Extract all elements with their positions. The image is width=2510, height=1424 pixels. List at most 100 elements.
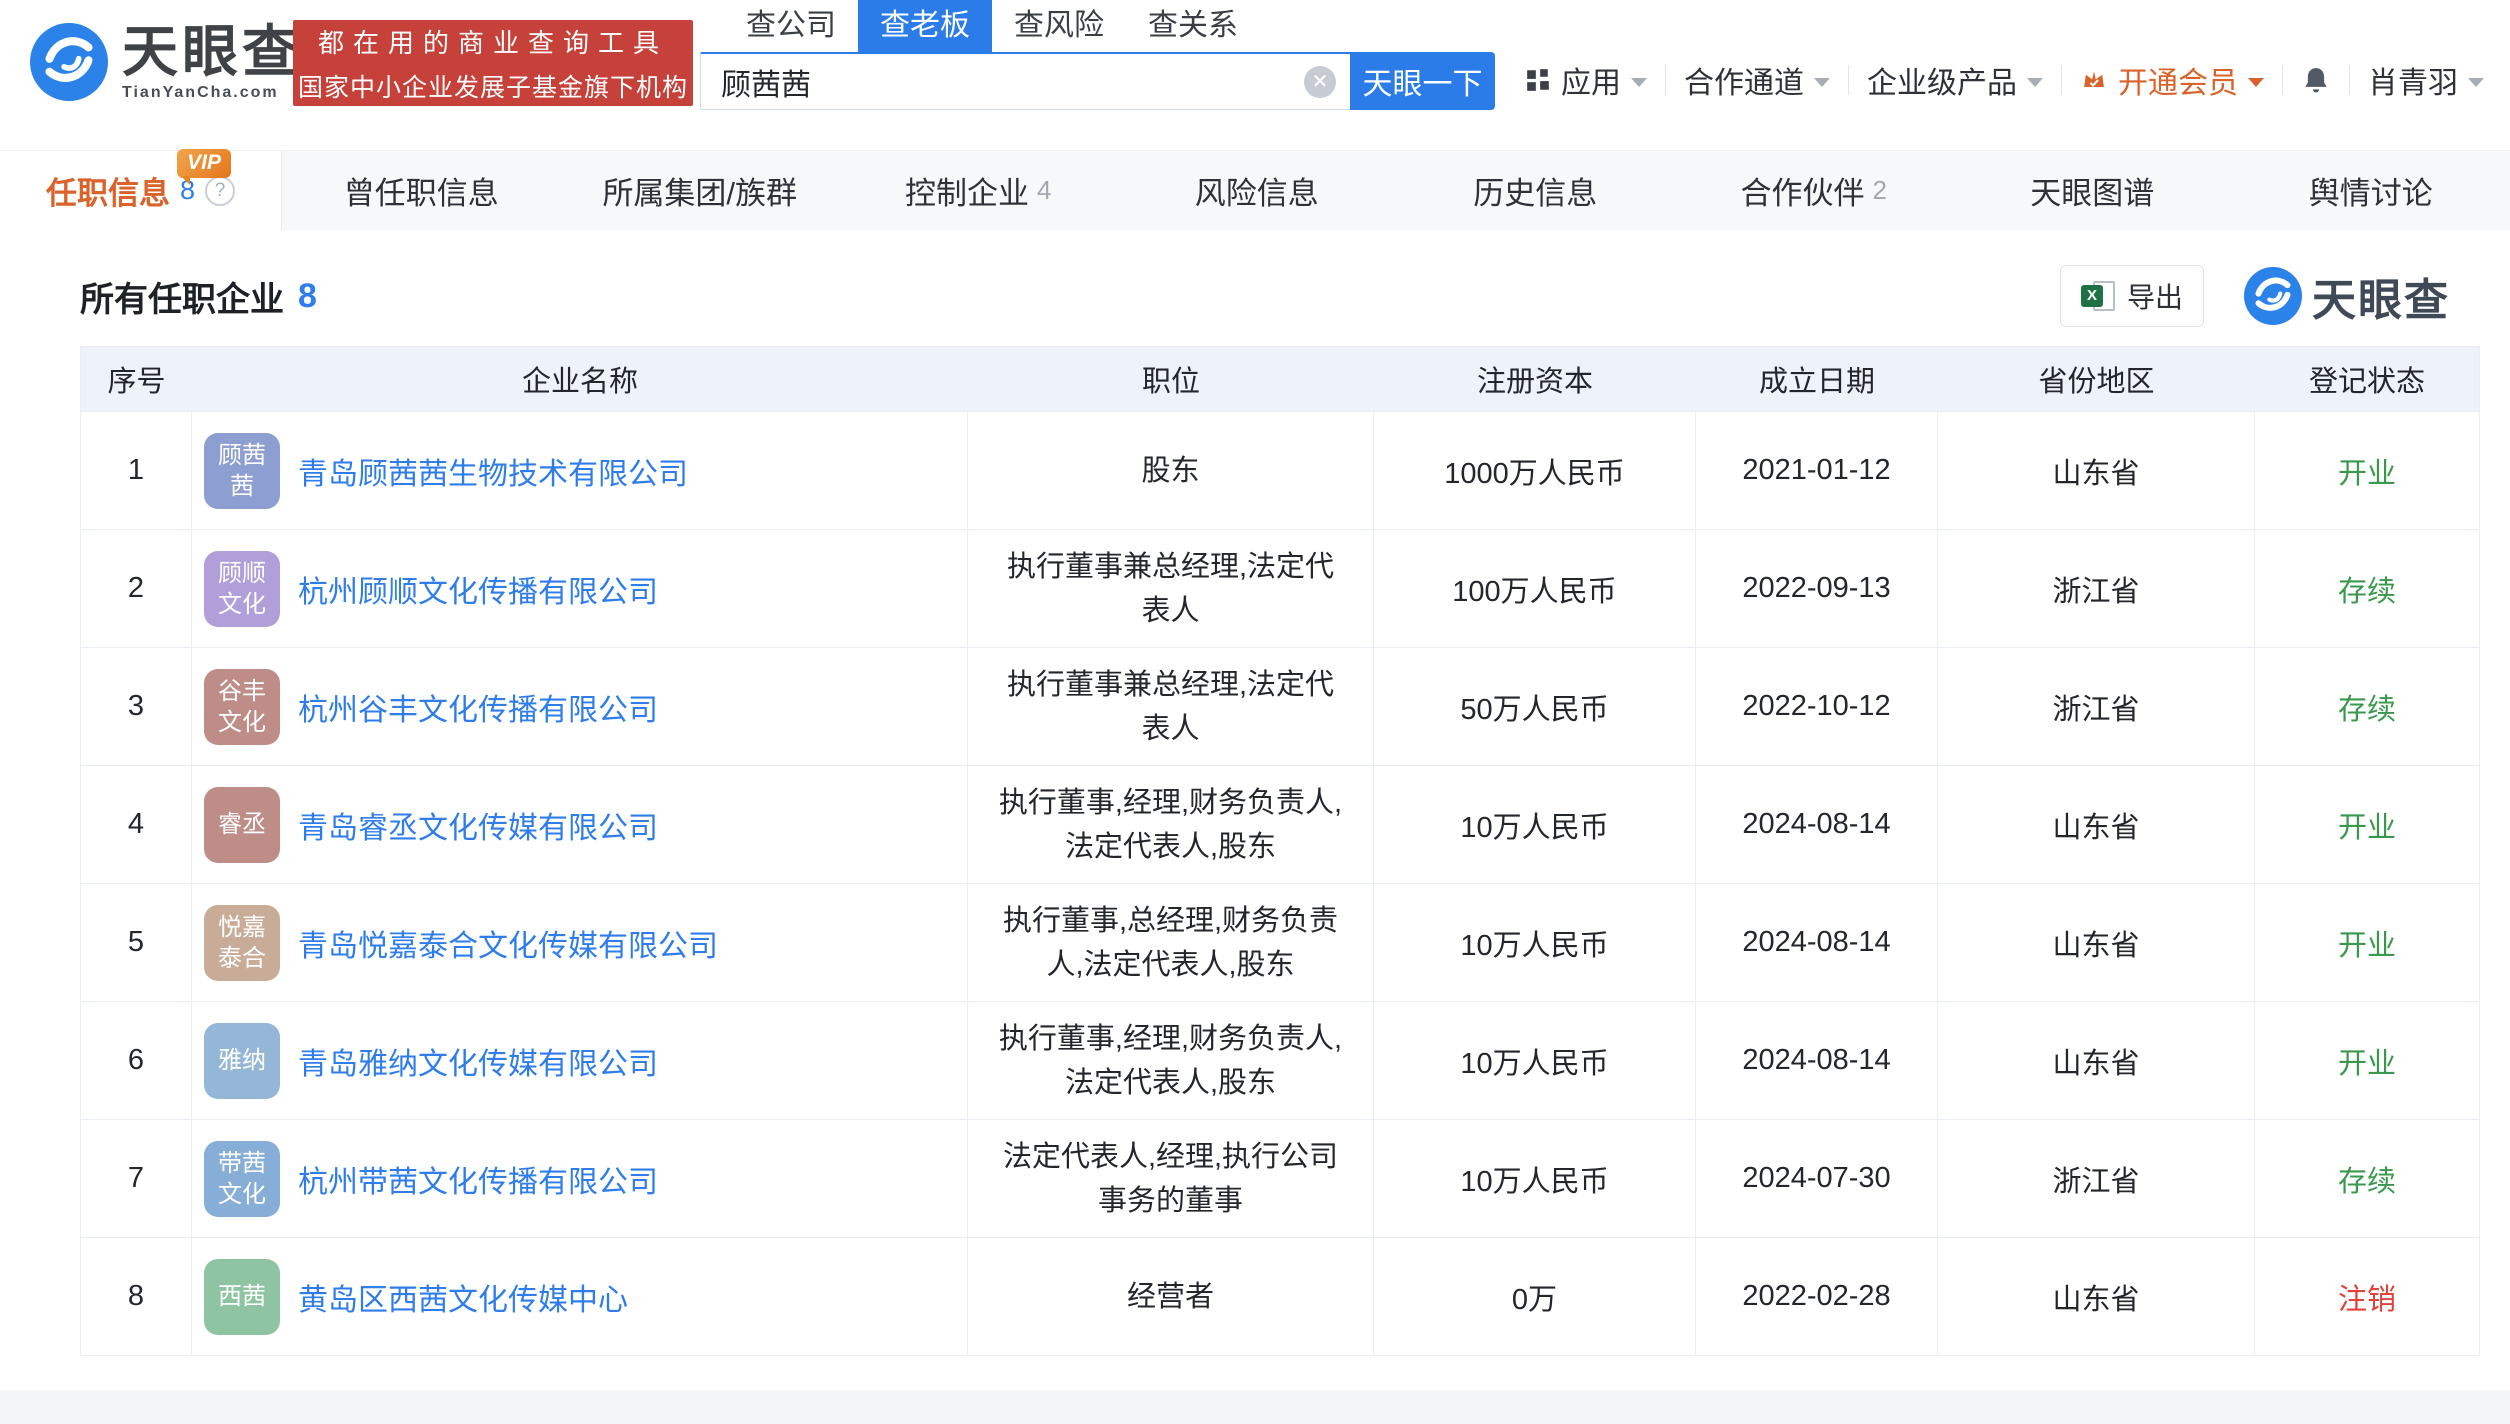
capital-cell: 10万人民币	[1374, 884, 1696, 1001]
search-module: 查公司 查老板 查风险 查关系 ✕ 天眼一下	[700, 10, 1495, 110]
export-button[interactable]: X 导出	[2060, 265, 2204, 327]
divider	[2061, 65, 2062, 95]
search-tab-relation[interactable]: 查关系	[1126, 0, 1260, 52]
position-cell: 执行董事,经理,财务负责人,法定代表人,股东	[968, 766, 1374, 883]
search-tab-boss[interactable]: 查老板	[858, 0, 992, 52]
search-tabs: 查公司 查老板 查风险 查关系	[700, 10, 1495, 52]
vip-badge: VIP	[177, 149, 231, 178]
company-link[interactable]: 青岛顾茜茜生物技术有限公司	[298, 449, 688, 493]
capital-cell: 1000万人民币	[1374, 412, 1696, 529]
position-cell: 股东	[968, 412, 1374, 529]
notification-bell[interactable]	[2301, 65, 2331, 95]
top-menu: 应用 合作通道 企业级产品 开通会员	[1525, 58, 2484, 102]
company-link[interactable]: 青岛雅纳文化传媒有限公司	[298, 1039, 658, 1083]
table-row: 7 带茜文化 杭州带茜文化传播有限公司 法定代表人,经理,执行公司事务的董事 1…	[81, 1119, 2479, 1237]
tab-public-opinion[interactable]: 舆情讨论	[2232, 151, 2510, 230]
company-link[interactable]: 杭州带茜文化传播有限公司	[298, 1157, 658, 1201]
company-avatar: 睿丞	[204, 787, 280, 863]
chevron-down-icon	[2468, 78, 2484, 87]
province-cell: 浙江省	[1938, 1120, 2255, 1237]
table-header-row: 序号 企业名称 职位 注册资本 成立日期 省份地区 登记状态	[81, 347, 2479, 411]
chevron-down-icon	[1631, 78, 1647, 87]
capital-cell: 100万人民币	[1374, 530, 1696, 647]
menu-enterprise[interactable]: 企业级产品	[1867, 58, 2043, 102]
divider	[2349, 65, 2350, 95]
col-header-capital: 注册资本	[1374, 358, 1696, 400]
col-header-position: 职位	[968, 358, 1374, 400]
status-badge: 开业	[2255, 1002, 2479, 1119]
company-link[interactable]: 黄岛区西茜文化传媒中心	[298, 1275, 628, 1319]
col-header-province: 省份地区	[1938, 358, 2255, 400]
status-badge: 存续	[2255, 530, 2479, 647]
tianyancha-swirl-icon	[2244, 267, 2302, 325]
clear-search-icon[interactable]: ✕	[1304, 66, 1336, 98]
province-cell: 山东省	[1938, 884, 2255, 1001]
company-avatar: 谷丰文化	[204, 669, 280, 745]
company-avatar: 悦嘉泰合	[204, 905, 280, 981]
tab-history-info[interactable]: 历史信息	[1396, 151, 1675, 230]
chevron-down-icon	[2248, 78, 2264, 87]
status-badge: 注销	[2255, 1238, 2479, 1355]
tab-risk-info[interactable]: 风险信息	[1118, 151, 1397, 230]
province-cell: 山东省	[1938, 766, 2255, 883]
position-cell: 执行董事兼总经理,法定代表人	[968, 648, 1374, 765]
section-title: 所有任职企业	[80, 272, 284, 321]
company-avatar: 西茜	[204, 1259, 280, 1335]
capital-cell: 50万人民币	[1374, 648, 1696, 765]
table-row: 2 顾顺文化 杭州顾顺文化传播有限公司 执行董事兼总经理,法定代表人 100万人…	[81, 529, 2479, 647]
menu-cooperation[interactable]: 合作通道	[1684, 58, 1830, 102]
status-badge: 开业	[2255, 884, 2479, 1001]
status-badge: 存续	[2255, 648, 2479, 765]
table-row: 4 睿丞 青岛睿丞文化传媒有限公司 执行董事,经理,财务负责人,法定代表人,股东…	[81, 765, 2479, 883]
date-cell: 2024-08-14	[1696, 766, 1938, 883]
position-cell: 执行董事,经理,财务负责人,法定代表人,股东	[968, 1002, 1374, 1119]
crown-icon	[2080, 66, 2108, 94]
table-row: 3 谷丰文化 杭州谷丰文化传播有限公司 执行董事兼总经理,法定代表人 50万人民…	[81, 647, 2479, 765]
tab-positions-active[interactable]: VIP 任职信息 8 ?	[0, 151, 282, 230]
company-link[interactable]: 青岛睿丞文化传媒有限公司	[298, 803, 658, 847]
status-badge: 开业	[2255, 766, 2479, 883]
col-header-status: 登记状态	[2255, 358, 2479, 400]
date-cell: 2021-01-12	[1696, 412, 1938, 529]
tab-graph[interactable]: 天眼图谱	[1953, 151, 2232, 230]
search-button[interactable]: 天眼一下	[1350, 52, 1495, 110]
apps-grid-icon	[1525, 67, 1551, 93]
page-background-strip	[0, 1390, 2510, 1424]
company-link[interactable]: 杭州顾顺文化传播有限公司	[298, 567, 658, 611]
company-avatar: 带茜文化	[204, 1141, 280, 1217]
tab-partners[interactable]: 合作伙伴2	[1675, 151, 1954, 230]
banner-line-1: 都在用的商业查询工具	[318, 23, 668, 60]
province-cell: 山东省	[1938, 1238, 2255, 1355]
banner-line-2: 国家中小企业发展子基金旗下机构	[298, 68, 688, 104]
date-cell: 2024-08-14	[1696, 1002, 1938, 1119]
logo-domain-text: TianYanCha.com	[122, 84, 302, 102]
help-icon[interactable]: ?	[205, 176, 235, 206]
user-account[interactable]: 肖青羽	[2368, 58, 2484, 102]
tianyancha-logo[interactable]: 天眼查 TianYanCha.com	[30, 22, 302, 102]
col-header-company: 企业名称	[192, 358, 968, 400]
table-row: 5 悦嘉泰合 青岛悦嘉泰合文化传媒有限公司 执行董事,总经理,财务负责人,法定代…	[81, 883, 2479, 1001]
capital-cell: 0万	[1374, 1238, 1696, 1355]
position-cell: 经营者	[968, 1238, 1374, 1355]
search-input[interactable]	[701, 54, 1350, 109]
tab-controlled-companies[interactable]: 控制企业4	[839, 151, 1118, 230]
divider	[1848, 65, 1849, 95]
date-cell: 2022-02-28	[1696, 1238, 1938, 1355]
company-link[interactable]: 杭州谷丰文化传播有限公司	[298, 685, 658, 729]
position-cell: 执行董事,总经理,财务负责人,法定代表人,股东	[968, 884, 1374, 1001]
search-tab-risk[interactable]: 查风险	[992, 0, 1126, 52]
promo-banner: 都在用的商业查询工具 国家中小企业发展子基金旗下机构	[293, 20, 693, 106]
top-header: 天眼查 TianYanCha.com 都在用的商业查询工具 国家中小企业发展子基…	[0, 0, 2510, 150]
table-row: 6 雅纳 青岛雅纳文化传媒有限公司 执行董事,经理,财务负责人,法定代表人,股东…	[81, 1001, 2479, 1119]
status-badge: 开业	[2255, 412, 2479, 529]
menu-vip-upgrade[interactable]: 开通会员	[2080, 58, 2264, 102]
position-cell: 法定代表人,经理,执行公司事务的董事	[968, 1120, 1374, 1237]
tab-group-cluster[interactable]: 所属集团/族群	[561, 151, 840, 230]
date-cell: 2022-10-12	[1696, 648, 1938, 765]
search-tab-company[interactable]: 查公司	[724, 0, 858, 52]
menu-apps[interactable]: 应用	[1525, 58, 1647, 102]
tab-past-positions[interactable]: 曾任职信息	[282, 151, 561, 230]
capital-cell: 10万人民币	[1374, 766, 1696, 883]
company-link[interactable]: 青岛悦嘉泰合文化传媒有限公司	[298, 921, 718, 965]
chevron-down-icon	[2027, 78, 2043, 87]
